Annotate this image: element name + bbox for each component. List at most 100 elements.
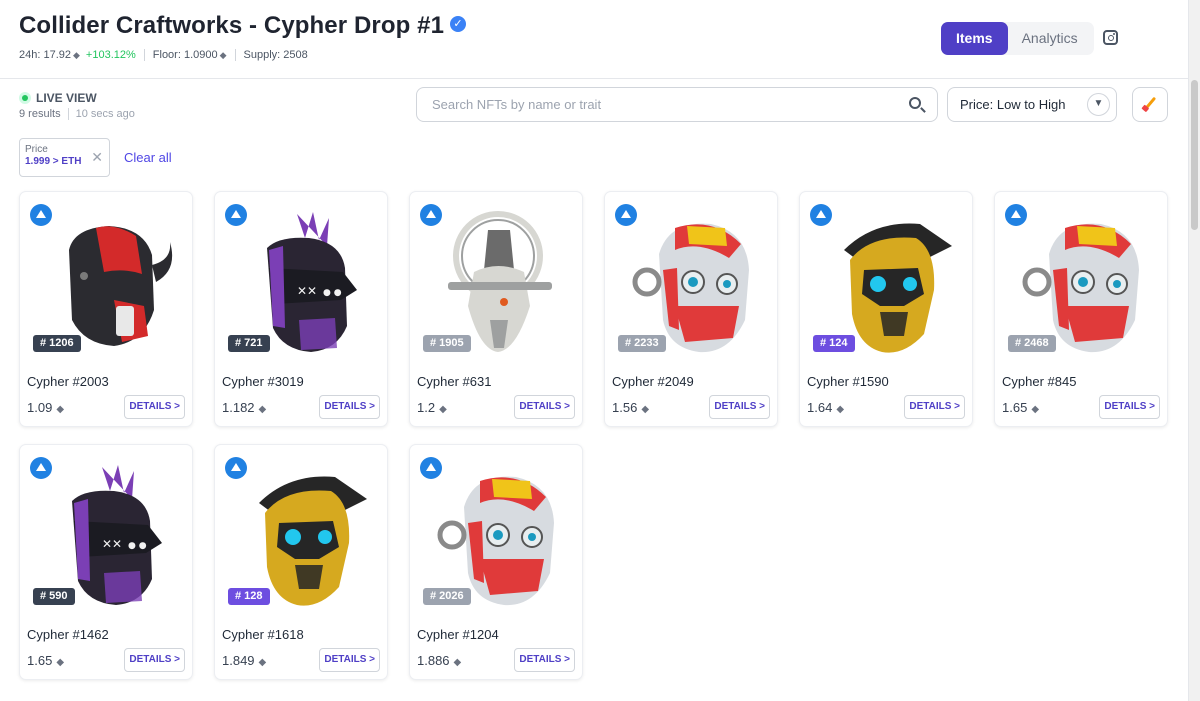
results-count: 9 results (19, 108, 61, 120)
svg-text:● ●: ● ● (323, 288, 342, 298)
eth-icon: ◆ (439, 404, 447, 415)
details-button[interactable]: DETAILS > (904, 395, 965, 419)
eth-icon: ◆ (258, 657, 267, 668)
rank-badge: # 2468 (1008, 335, 1056, 352)
volume-24h: 24h: 17.92 (19, 49, 71, 61)
collection-stats: 24h: 17.92 ◆ +103.12% Floor: 1.0900 ◆ Su… (19, 49, 308, 61)
nft-name: Cypher #1204 (417, 627, 499, 642)
nft-card[interactable]: # 2468 Cypher #845 1.65 ◆ DETAILS > (994, 191, 1168, 427)
instagram-icon[interactable] (1103, 30, 1118, 45)
price-value: 1.182 (222, 400, 255, 415)
search-input[interactable] (432, 88, 902, 121)
eth-icon: ◆ (836, 404, 845, 415)
chevron-down-icon[interactable]: ▼ (1087, 93, 1110, 116)
details-button[interactable]: DETAILS > (514, 648, 575, 672)
live-view-label: LIVE VIEW (36, 91, 97, 105)
price-value: 1.09 (27, 400, 53, 415)
rank-badge: # 1206 (33, 335, 81, 352)
brush-icon (1144, 96, 1157, 110)
page-scrollbar[interactable] (1188, 0, 1200, 701)
nft-price: 1.182 ◆ (222, 400, 266, 415)
nft-card[interactable]: ✕✕ ● ● # 721 Cypher #3019 1.182 ◆ DETAILS… (214, 191, 388, 427)
nft-card[interactable]: # 2026 Cypher #1204 1.886 ◆ DETAILS > (409, 444, 583, 680)
collection-title: Collider Craftworks - Cypher Drop #1 (19, 12, 445, 39)
nft-price: 1.886 ◆ (417, 653, 461, 668)
details-button[interactable]: DETAILS > (1099, 395, 1160, 419)
eth-icon: ◆ (453, 657, 462, 668)
rank-badge: # 1905 (423, 335, 471, 352)
nft-card[interactable]: # 128 Cypher #1618 1.849 ◆ DETAILS > (214, 444, 388, 680)
price-value: 1.886 (417, 653, 450, 668)
details-button[interactable]: DETAILS > (124, 648, 185, 672)
close-icon[interactable]: ✕ (91, 150, 103, 164)
rank-badge: # 128 (228, 588, 270, 605)
verified-check-icon: ✓ (450, 15, 467, 32)
nft-name: Cypher #631 (417, 374, 492, 389)
tab-analytics[interactable]: Analytics (1008, 22, 1092, 55)
details-button[interactable]: DETAILS > (709, 395, 770, 419)
divider (143, 49, 145, 61)
clear-view-button[interactable] (1132, 87, 1168, 122)
eth-icon: ◆ (73, 49, 80, 60)
nft-name: Cypher #1462 (27, 627, 109, 642)
eth-icon: ◆ (1031, 404, 1040, 415)
details-button[interactable]: DETAILS > (514, 395, 575, 419)
price-value: 1.56 (612, 400, 638, 415)
page-title: Collider Craftworks - Cypher Drop #1 ✓ (19, 12, 467, 40)
nft-name: Cypher #845 (1002, 374, 1077, 389)
rank-badge: # 2026 (423, 588, 471, 605)
view-tabs: Items Analytics (941, 22, 1094, 55)
live-dot-icon (19, 92, 31, 104)
supply-count: Supply: 2508 (243, 49, 308, 61)
price-value: 1.849 (222, 653, 255, 668)
nft-price: 1.65 ◆ (27, 653, 64, 668)
nft-card[interactable]: ✕✕ ● ● # 590 Cypher #1462 1.65 ◆ DETAILS … (19, 444, 193, 680)
nft-card[interactable]: # 124 Cypher #1590 1.64 ◆ DETAILS > (799, 191, 973, 427)
last-updated: 10 secs ago (75, 108, 135, 120)
eth-icon: ◆ (641, 404, 650, 415)
svg-text:✕✕: ✕✕ (297, 284, 317, 298)
details-button[interactable]: DETAILS > (319, 648, 380, 672)
eth-icon: ◆ (56, 657, 65, 668)
nft-card[interactable]: # 1206 Cypher #2003 1.09 ◆ DETAILS > (19, 191, 193, 427)
volume-change: +103.12% (85, 49, 136, 61)
scrollbar-thumb[interactable] (1191, 80, 1198, 230)
details-button[interactable]: DETAILS > (319, 395, 380, 419)
nft-price: 1.09 ◆ (27, 400, 64, 415)
collection-header: Collider Craftworks - Cypher Drop #1 ✓ 24… (0, 0, 1188, 79)
price-filter-chip[interactable]: Price 1.999 > ETH ✕ (19, 138, 110, 177)
nft-price: 1.64 ◆ (807, 400, 844, 415)
nft-price: 1.65 ◆ (1002, 400, 1039, 415)
rank-badge: # 721 (228, 335, 270, 352)
divider (234, 49, 236, 61)
nft-name: Cypher #2003 (27, 374, 109, 389)
sort-label: Price: Low to High (960, 97, 1066, 112)
nft-price: 1.849 ◆ (222, 653, 266, 668)
price-value: 1.64 (807, 400, 833, 415)
nft-name: Cypher #1590 (807, 374, 889, 389)
nft-price: 1.56 ◆ (612, 400, 649, 415)
results-summary: 9 results 10 secs ago (19, 108, 135, 120)
nft-price: 1.2 ◆ (417, 400, 447, 415)
search-icon[interactable] (909, 97, 921, 109)
svg-text:● ●: ● ● (128, 541, 147, 551)
eth-icon: ◆ (219, 49, 227, 60)
nft-name: Cypher #3019 (222, 374, 304, 389)
svg-text:✕✕: ✕✕ (102, 537, 122, 551)
divider (67, 108, 69, 120)
live-view-indicator: LIVE VIEW (19, 91, 97, 105)
price-value: 1.2 (417, 400, 436, 415)
rank-badge: # 124 (813, 335, 855, 352)
price-value: 1.65 (1002, 400, 1028, 415)
nft-name: Cypher #1618 (222, 627, 304, 642)
eth-icon: ◆ (258, 404, 267, 415)
tab-items[interactable]: Items (941, 22, 1008, 55)
sort-dropdown[interactable]: Price: Low to High ▼ (947, 87, 1117, 122)
floor-price: Floor: 1.0900 (152, 49, 218, 61)
clear-all-link[interactable]: Clear all (124, 150, 172, 165)
search-box (416, 87, 938, 122)
nft-card[interactable]: # 1905 Cypher #631 1.2 ◆ DETAILS > (409, 191, 583, 427)
nft-card[interactable]: # 2233 Cypher #2049 1.56 ◆ DETAILS > (604, 191, 778, 427)
rank-badge: # 590 (33, 588, 75, 605)
details-button[interactable]: DETAILS > (124, 395, 185, 419)
